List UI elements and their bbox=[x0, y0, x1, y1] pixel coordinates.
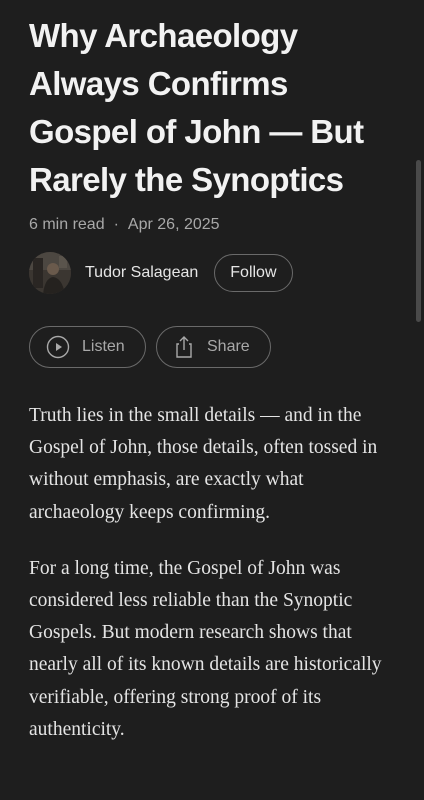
follow-button[interactable]: Follow bbox=[214, 254, 293, 292]
share-icon bbox=[173, 335, 195, 359]
article-body: Truth lies in the small details — and in… bbox=[29, 400, 401, 770]
listen-label: Listen bbox=[82, 338, 125, 355]
author-name[interactable]: Tudor Salagean bbox=[85, 264, 198, 282]
read-time: 6 min read bbox=[29, 216, 105, 233]
author-row: Tudor Salagean Follow bbox=[29, 252, 293, 294]
scrollbar[interactable] bbox=[416, 160, 421, 322]
meta-separator: · bbox=[113, 216, 119, 233]
paragraph: For a long time, the Gospel of John was … bbox=[29, 557, 382, 740]
listen-button[interactable]: Listen bbox=[29, 326, 146, 368]
share-label: Share bbox=[207, 338, 250, 355]
article-header: Why Archaeology Always Confirms Gospel o… bbox=[29, 0, 401, 740]
share-button[interactable]: Share bbox=[156, 326, 271, 368]
article-meta: 6 min read · Apr 26, 2025 bbox=[29, 214, 220, 236]
article-actions: Listen Share bbox=[29, 326, 271, 368]
avatar[interactable] bbox=[29, 252, 71, 294]
avatar-image bbox=[29, 252, 71, 294]
publish-date: Apr 26, 2025 bbox=[127, 216, 220, 233]
article-title: Why Archaeology Always Confirms Gospel o… bbox=[29, 17, 364, 198]
play-circle-icon bbox=[46, 335, 70, 359]
paragraph: Truth lies in the small details — and in… bbox=[29, 405, 378, 523]
